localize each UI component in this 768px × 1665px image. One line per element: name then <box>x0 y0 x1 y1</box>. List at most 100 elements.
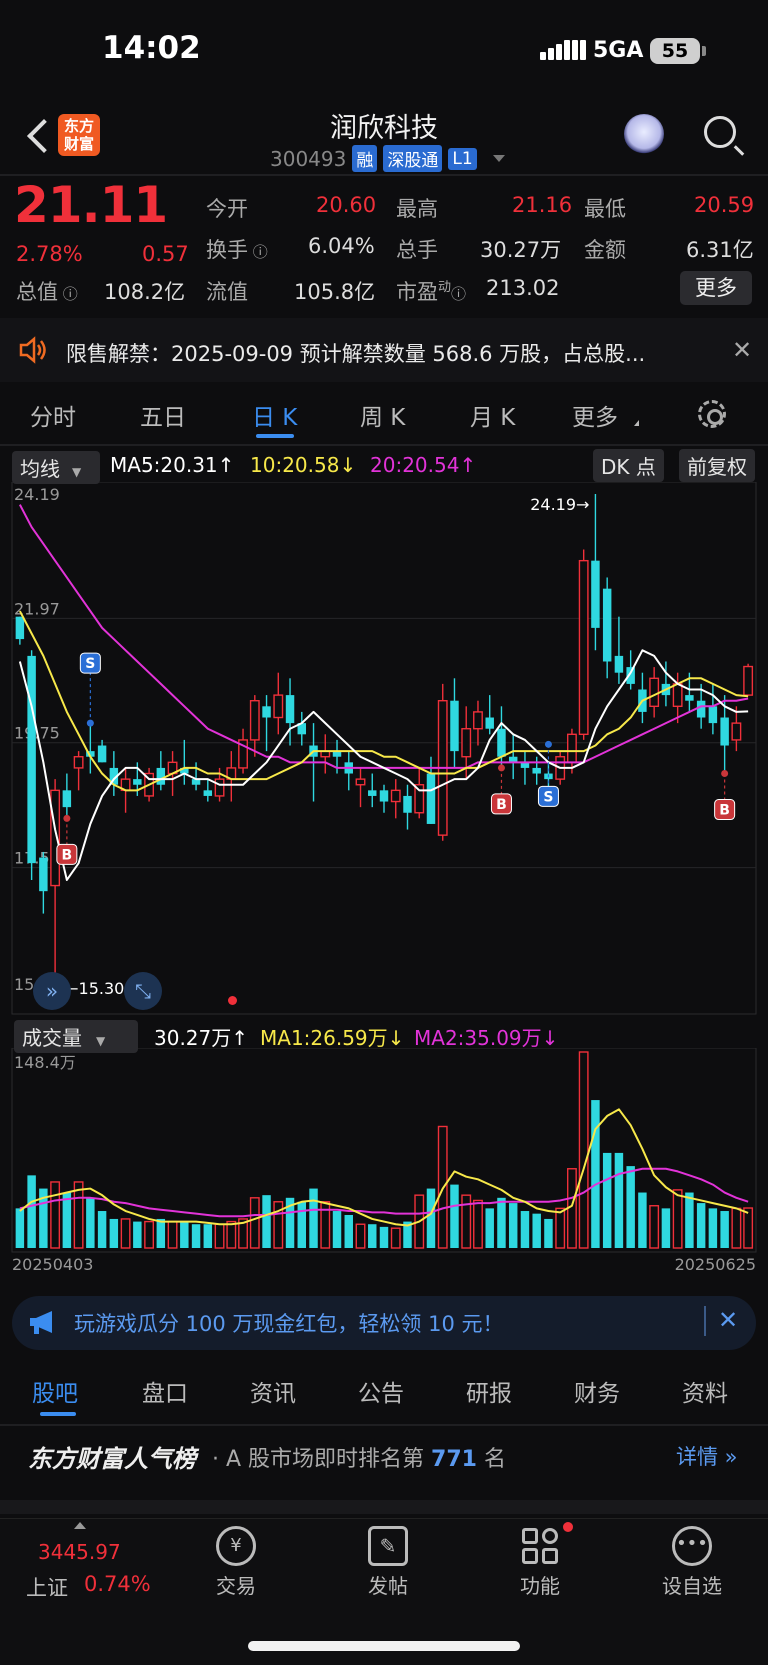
battery-cap <box>702 46 706 56</box>
tab-finance[interactable]: 财务 <box>574 1374 620 1408</box>
dock-trade[interactable]: ¥ 交易 <box>186 1526 286 1599</box>
candle-body <box>390 789 401 803</box>
signal-dot <box>86 719 94 727</box>
label-high: 最高 <box>396 197 438 221</box>
volume-bar <box>226 1220 237 1249</box>
banner-separator <box>704 1306 706 1336</box>
volume-bar <box>731 1207 742 1249</box>
volume-bar <box>156 1218 166 1248</box>
volume-bar <box>180 1221 189 1248</box>
candle-body <box>743 665 754 696</box>
dk-point-button[interactable]: DK 点 <box>593 449 664 482</box>
volume-bar <box>27 1175 36 1248</box>
volume-bar <box>602 1152 612 1248</box>
vol-ma1-legend: MA1:26.59万↓ <box>260 1026 405 1050</box>
app-root: 14:02 5GA 55 东方 财富 润欣科技 300493 融 深股通 L1 2… <box>0 0 768 1665</box>
tab-monthly-k[interactable]: 月 K <box>470 398 515 432</box>
active-tab-indicator <box>256 434 294 438</box>
candle-body <box>273 694 284 719</box>
yuan-icon: ¥ <box>216 1526 256 1566</box>
label-low: 最低 <box>584 197 626 221</box>
tab-weekly-k[interactable]: 周 K <box>360 398 405 432</box>
ma-select[interactable]: 均线 ▼ <box>12 451 100 484</box>
low-annotation: ←15.30 <box>65 979 124 998</box>
adjust-button[interactable]: 前复权 <box>679 449 755 482</box>
index-expand-icon[interactable] <box>74 1522 86 1529</box>
status-time: 14:02 <box>102 30 201 66</box>
tab-more[interactable]: 更多 <box>572 398 618 432</box>
more-button[interactable]: 更多 <box>680 271 752 305</box>
candle-body <box>62 790 72 808</box>
candle-body <box>39 857 48 892</box>
robot-assistant-icon[interactable] <box>624 114 664 154</box>
dock-functions[interactable]: 功能 <box>490 1526 590 1599</box>
signal-dot <box>63 814 71 822</box>
volume-bar <box>109 1218 119 1248</box>
x-end-label: 20250625 <box>675 1255 756 1274</box>
popularity-rank-desc: · A 股市场即时排名第 771 名 <box>212 1447 506 1472</box>
value-low: 20.59 <box>694 193 755 217</box>
volume-bar <box>614 1152 624 1248</box>
candle-body <box>532 767 541 774</box>
tab-profile[interactable]: 资料 <box>682 1374 728 1408</box>
volume-bar <box>426 1188 436 1248</box>
candle-body <box>368 790 377 796</box>
signal-dot <box>721 770 729 778</box>
candle-body <box>214 778 225 797</box>
volume-bar <box>214 1223 225 1249</box>
gear-icon[interactable] <box>698 400 726 428</box>
high-annotation: 24.19→ <box>530 495 589 514</box>
more-dots-icon: ••• <box>672 1526 712 1566</box>
volume-bar <box>249 1197 260 1249</box>
volume-bar <box>191 1224 201 1248</box>
volume-bar <box>661 1208 671 1248</box>
candle-body <box>696 700 706 718</box>
expand-icon[interactable]: » <box>33 972 71 1010</box>
volume-bar <box>708 1208 718 1248</box>
popularity-rank-title: 东方财富人气榜 <box>28 1445 196 1473</box>
signal-label: B <box>496 797 507 813</box>
ma5-legend: MA5:20.31↑ <box>110 453 235 477</box>
change-amount: 0.57 <box>142 242 189 266</box>
value-turnover: 6.04% <box>308 234 375 258</box>
volume-bar <box>368 1224 377 1248</box>
tab-forum[interactable]: 股吧 <box>32 1374 78 1408</box>
candlestick-chart[interactable]: 24.1921.9719.7517.5215.30 24.19→←15.30SB… <box>0 482 768 1016</box>
value-pe: 213.02 <box>486 276 560 300</box>
stock-code-row[interactable]: 300493 融 深股通 L1 <box>270 145 505 172</box>
volume-bar <box>355 1223 366 1249</box>
dock-post[interactable]: ✎ 发帖 <box>338 1526 438 1599</box>
candle-body <box>249 700 260 741</box>
volume-chart[interactable]: 148.4万 20250403 20250625 <box>0 1048 768 1276</box>
candle-body <box>133 779 142 785</box>
close-icon[interactable]: ✕ <box>732 336 752 364</box>
home-indicator <box>248 1641 520 1651</box>
tab-order-book[interactable]: 盘口 <box>142 1374 188 1408</box>
volume-bar <box>86 1197 95 1248</box>
index-value[interactable]: 3445.97 <box>38 1540 121 1564</box>
tab-research[interactable]: 研报 <box>466 1374 512 1408</box>
chevron-down-icon[interactable] <box>492 155 505 162</box>
dock-add-watchlist[interactable]: ••• 设自选 <box>642 1526 742 1599</box>
label-float-cap: 流值 <box>206 280 248 304</box>
volume-bar <box>297 1201 307 1248</box>
search-icon[interactable] <box>704 116 736 148</box>
notification-dot <box>563 1522 573 1532</box>
close-icon[interactable]: ✕ <box>718 1306 738 1334</box>
signal-label: B <box>719 803 730 819</box>
tab-intraday[interactable]: 分时 <box>30 398 76 432</box>
tab-news[interactable]: 资讯 <box>250 1374 296 1408</box>
rank-detail-link[interactable]: 详情 » <box>676 1441 738 1471</box>
signal-label: S <box>543 789 553 805</box>
fullscreen-icon[interactable]: ⤡ <box>124 972 162 1010</box>
value-volume: 30.27万 <box>480 238 562 262</box>
tab-five-day[interactable]: 五日 <box>140 398 186 432</box>
candle-body <box>497 728 506 757</box>
tab-announcements[interactable]: 公告 <box>358 1374 404 1408</box>
label-volume: 总手 <box>396 238 438 262</box>
volume-bar <box>167 1220 178 1249</box>
tab-daily-k[interactable]: 日 K <box>252 398 297 432</box>
tab-more-caret-icon <box>634 420 639 426</box>
volume-bar <box>720 1211 729 1248</box>
y-tick-label: 21.97 <box>14 599 60 618</box>
